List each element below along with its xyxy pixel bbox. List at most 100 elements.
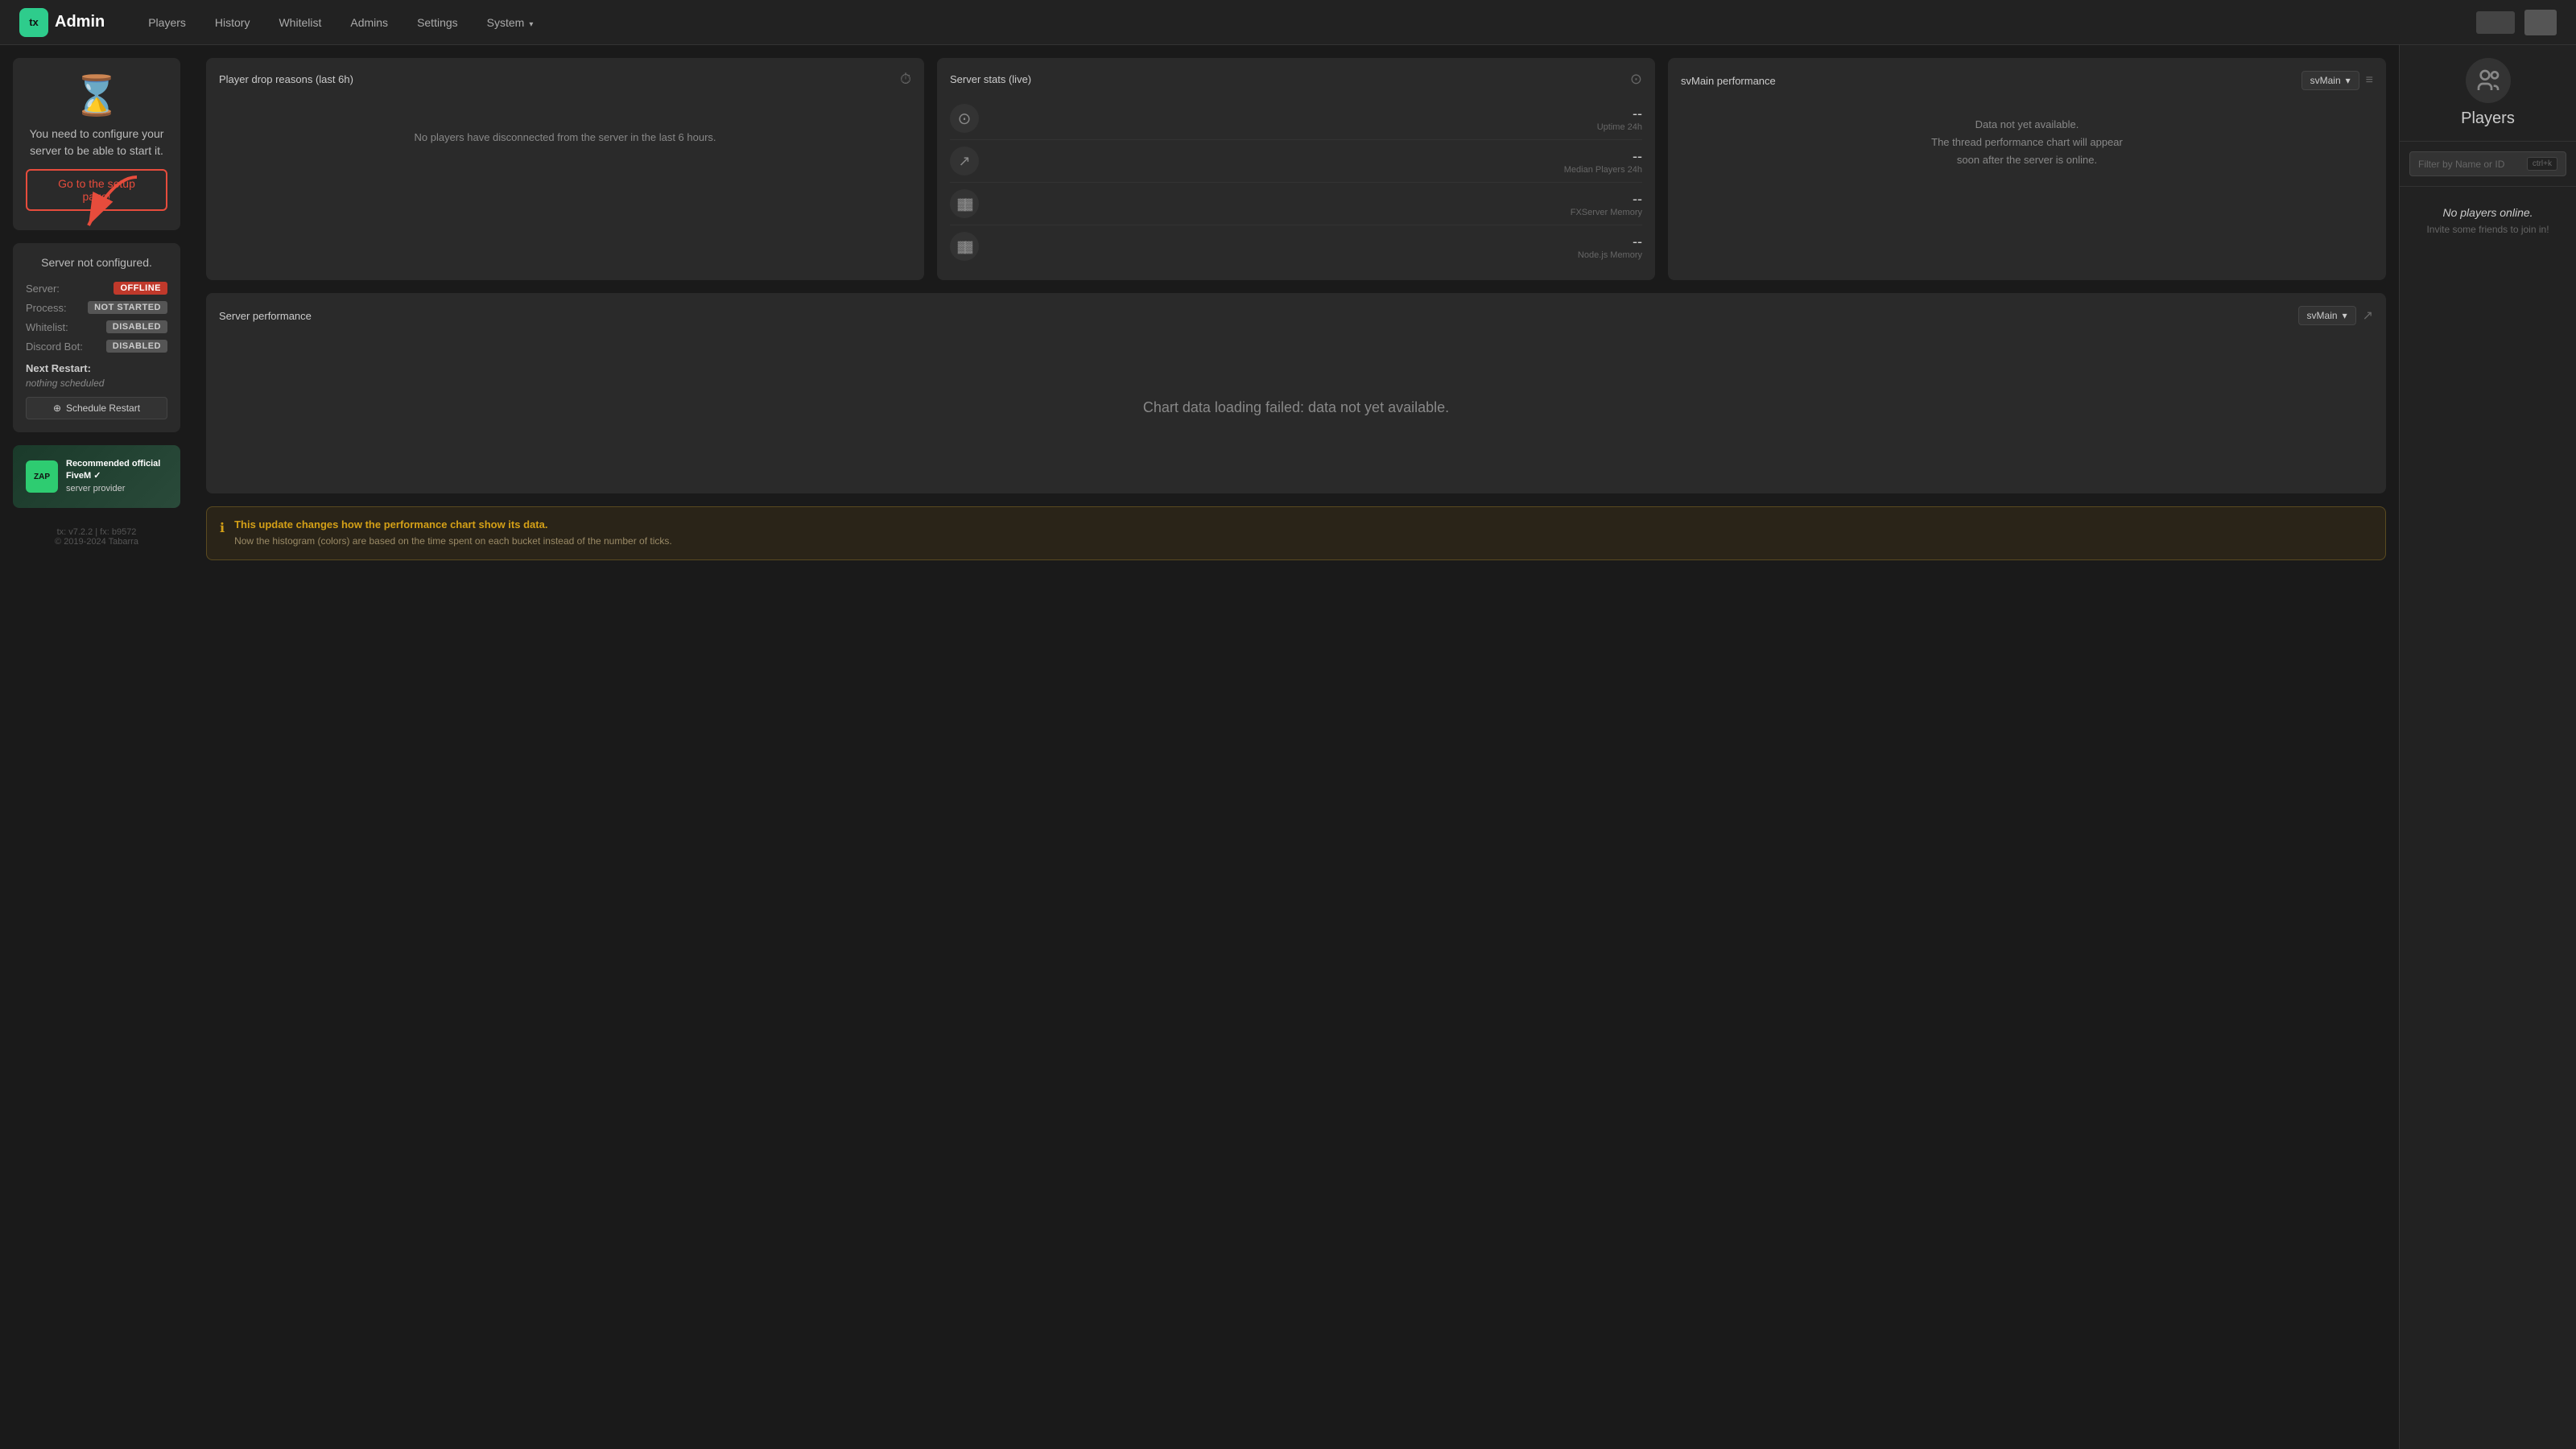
update-title: This update changes how the performance …	[234, 518, 672, 530]
no-players-title: No players online.	[2409, 206, 2566, 219]
next-restart-label: Next Restart:	[26, 362, 167, 374]
svmain-perf-title: svMain performance	[1681, 75, 1776, 87]
no-players-online: No players online. Invite some friends t…	[2400, 187, 2576, 254]
nav-system[interactable]: System	[476, 11, 545, 34]
server-perf-header: Server performance svMain ▾ ↗	[219, 306, 2373, 325]
version-copy: © 2019-2024 Tabarra	[13, 537, 180, 547]
svmain-perf-header: svMain performance svMain ▾ ≡	[1681, 71, 2373, 90]
zap-banner[interactable]: ZAP Recommended official FiveM ✓ server …	[13, 445, 180, 508]
nodemem-stat: ▓▓ -- Node.js Memory	[950, 225, 1642, 267]
nodemem-icon: ▓▓	[950, 232, 979, 261]
uptime-stat: ⊙ -- Uptime 24h	[950, 97, 1642, 140]
server-stats-title: Server stats (live)	[950, 73, 1031, 85]
update-body: Now the histogram (colors) are based on …	[234, 534, 672, 548]
uptime-value: --	[989, 105, 1642, 122]
server-not-configured-text: Server not configured.	[26, 256, 167, 269]
navbar: tx Admin Players History Whitelist Admin…	[0, 0, 2576, 45]
schedule-restart-button[interactable]: ⊕ Schedule Restart	[26, 397, 167, 419]
configure-text: You need to configure your server to be …	[26, 126, 167, 159]
plus-icon: ⊕	[53, 402, 61, 414]
version-info: tx: v7.2.2 | fx: b9572 © 2019-2024 Tabar…	[13, 521, 180, 553]
search-input-container[interactable]: Filter by Name or ID ctrl+k	[2409, 151, 2566, 176]
process-status-row: Process: NOT STARTED	[26, 301, 167, 314]
right-sidebar: Players Filter by Name or ID ctrl+k No p…	[2399, 45, 2576, 1449]
configure-card: ⌛ You need to configure your server to b…	[13, 58, 180, 230]
update-text: This update changes how the performance …	[234, 518, 672, 548]
speedometer-icon: ⊙	[1630, 71, 1642, 88]
setup-page-button[interactable]: Go to the setup page!	[26, 169, 167, 211]
fxmem-icon: ▓▓	[950, 189, 979, 218]
whitelist-status-row: Whitelist: DISABLED	[26, 320, 167, 333]
nav-players[interactable]: Players	[137, 11, 197, 34]
server-stats-header: Server stats (live) ⊙	[950, 71, 1642, 88]
chart-fail-message: Chart data loading failed: data not yet …	[219, 335, 2373, 481]
chevron-icon-perf: ▾	[2343, 310, 2347, 321]
server-perf-card: Server performance svMain ▾ ↗ Chart data…	[206, 293, 2386, 493]
logo-icon: tx	[19, 8, 48, 37]
server-perf-title: Server performance	[219, 310, 312, 322]
zap-text: Recommended official FiveM ✓ server prov…	[66, 458, 167, 495]
sidebar-search: Filter by Name or ID ctrl+k	[2400, 142, 2576, 187]
process-label: Process:	[26, 302, 67, 314]
search-shortcut: ctrl+k	[2527, 157, 2557, 171]
nav-links: Players History Whitelist Admins Setting…	[137, 11, 2476, 34]
fxmem-stat: ▓▓ -- FXServer Memory	[950, 183, 1642, 225]
players-avatar-icon	[2466, 58, 2511, 103]
content-area: Player drop reasons (last 6h) ⏱ No playe…	[193, 45, 2399, 1449]
chevron-down-icon	[529, 16, 533, 29]
uptime-icon: ⊙	[950, 104, 979, 133]
version-tx: tx: v7.2.2 | fx: b9572	[13, 527, 180, 537]
player-drop-title: Player drop reasons (last 6h)	[219, 73, 353, 85]
info-icon: ℹ	[220, 520, 225, 536]
nav-whitelist[interactable]: Whitelist	[267, 11, 332, 34]
fxmem-value: --	[989, 191, 1642, 208]
server-status-badge: OFFLINE	[114, 282, 167, 295]
svmain-perf-card: svMain performance svMain ▾ ≡ Data not y…	[1668, 58, 2386, 280]
player-drop-header: Player drop reasons (last 6h) ⏱	[219, 71, 911, 88]
chevron-icon: ▾	[2346, 75, 2351, 86]
nodemem-value: --	[989, 233, 1642, 250]
median-value: --	[989, 148, 1642, 165]
svmain-dropdown[interactable]: svMain ▾	[2301, 71, 2359, 90]
uptime-info: -- Uptime 24h	[989, 105, 1642, 132]
chart-icon: ↗	[2363, 308, 2373, 324]
server-status-card: Server not configured. Server: OFFLINE P…	[13, 243, 180, 432]
median-info: -- Median Players 24h	[989, 148, 1642, 175]
median-label: Median Players 24h	[989, 165, 1642, 175]
clock-icon: ⏱	[900, 71, 911, 88]
nav-right	[2476, 10, 2557, 35]
whitelist-status-badge: DISABLED	[106, 320, 167, 333]
server-stats-card: Server stats (live) ⊙ ⊙ -- Uptime 24h ↗ …	[937, 58, 1655, 280]
trending-icon: ↗	[950, 147, 979, 175]
whitelist-label: Whitelist:	[26, 321, 68, 333]
uptime-label: Uptime 24h	[989, 122, 1642, 132]
nav-settings[interactable]: Settings	[406, 11, 469, 34]
hourglass-icon: ⌛	[72, 77, 121, 116]
update-notice: ℹ This update changes how the performanc…	[206, 506, 2386, 560]
main-layout: ⌛ You need to configure your server to b…	[0, 45, 2576, 1449]
server-perf-dropdown[interactable]: svMain ▾	[2298, 306, 2356, 325]
player-drop-card: Player drop reasons (last 6h) ⏱ No playe…	[206, 58, 924, 280]
player-drop-empty: No players have disconnected from the se…	[219, 97, 911, 178]
top-row: Player drop reasons (last 6h) ⏱ No playe…	[206, 58, 2386, 280]
server-status-row: Server: OFFLINE	[26, 282, 167, 295]
flag-icon	[2524, 10, 2557, 35]
server-label: Server:	[26, 283, 60, 295]
no-players-sub: Invite some friends to join in!	[2409, 224, 2566, 235]
nodemem-info: -- Node.js Memory	[989, 233, 1642, 260]
svmain-not-available: Data not yet available. The thread perfo…	[1681, 100, 2373, 185]
nav-admins[interactable]: Admins	[339, 11, 399, 34]
discord-status-badge: DISABLED	[106, 340, 167, 353]
zap-logo: ZAP	[26, 460, 58, 493]
next-restart-value: nothing scheduled	[26, 378, 167, 389]
search-placeholder: Filter by Name or ID	[2418, 159, 2504, 170]
sidebar-players-title: Players	[2461, 109, 2515, 128]
fxmem-label: FXServer Memory	[989, 208, 1642, 217]
discord-status-row: Discord Bot: DISABLED	[26, 340, 167, 353]
avatar	[2476, 11, 2515, 34]
list-icon: ≡	[2366, 73, 2373, 88]
nav-history[interactable]: History	[204, 11, 262, 34]
median-stat: ↗ -- Median Players 24h	[950, 140, 1642, 183]
next-restart-section: Next Restart: nothing scheduled ⊕ Schedu…	[26, 362, 167, 419]
logo[interactable]: tx Admin	[19, 8, 105, 37]
